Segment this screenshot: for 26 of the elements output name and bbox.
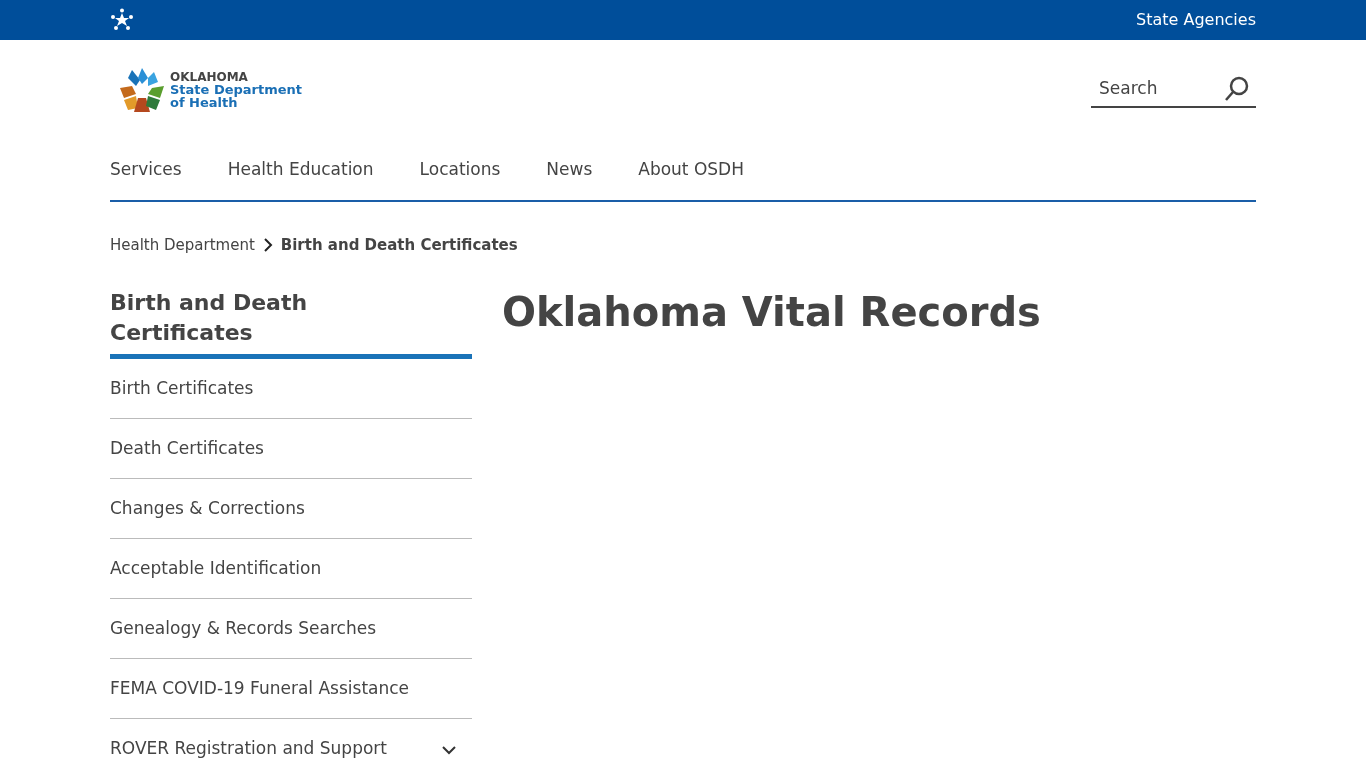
site-logo[interactable]: OKLAHOMA State Department of Health: [118, 66, 303, 114]
search-icon[interactable]: [1224, 76, 1250, 102]
sidebar-link[interactable]: Changes & Corrections: [110, 495, 305, 522]
sidebar-link[interactable]: Death Certificates: [110, 435, 264, 462]
nav-link[interactable]: About OSDH: [638, 157, 744, 183]
nav-link[interactable]: Services: [110, 157, 182, 183]
logo-text: State Department: [170, 83, 303, 96]
nav-link[interactable]: News: [546, 157, 593, 183]
sidebar-link[interactable]: Genealogy & Records Searches: [110, 615, 377, 642]
nav-link[interactable]: Health Education: [227, 157, 374, 183]
sidebar-link[interactable]: FEMA COVID-19 Funeral Assistance: [110, 675, 410, 702]
state-agencies-link[interactable]: State Agencies: [1136, 8, 1256, 32]
page-title: Oklahoma Vital Records: [502, 288, 1041, 336]
search-field[interactable]: Search: [1097, 75, 1207, 103]
nav-link[interactable]: Locations: [419, 157, 501, 183]
sidebar-title: Birth and Death Certificates: [110, 289, 309, 347]
logo-text: OKLAHOMA: [170, 71, 249, 83]
breadcrumb-link[interactable]: Health Department: [110, 233, 255, 257]
sidebar-link[interactable]: ROVER Registration and Support: [110, 736, 387, 762]
sidebar-link[interactable]: Acceptable Identification: [110, 555, 322, 582]
star-logo-icon: [118, 66, 166, 114]
logo-text: of Health: [170, 96, 238, 109]
breadcrumb-current: Birth and Death Certificates: [280, 234, 518, 256]
sidebar-link[interactable]: Birth Certificates: [110, 375, 254, 402]
star-logo-icon: [110, 8, 134, 32]
chevron-right-icon: [262, 238, 273, 252]
